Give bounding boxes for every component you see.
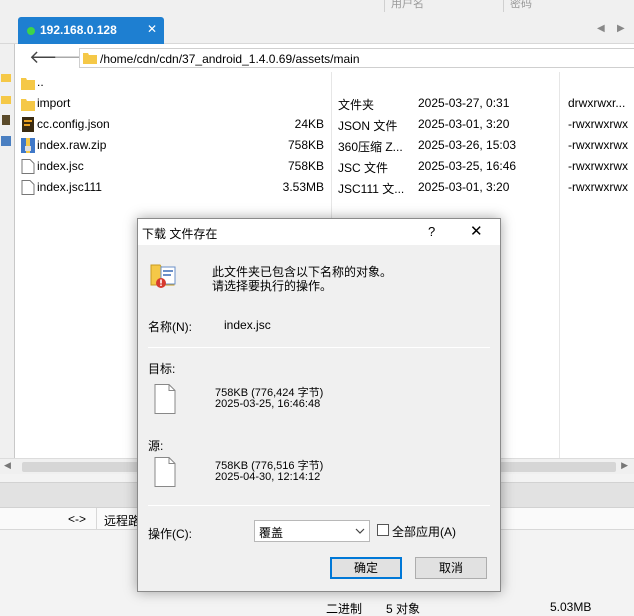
divider	[148, 505, 490, 506]
json-file-icon	[22, 117, 34, 132]
file-date: 2025-03-01, 3:20	[418, 117, 510, 131]
file-type: JSC111 文...	[338, 182, 405, 196]
dialog-titlebar: 下载 文件存在 ? ✕	[138, 219, 500, 245]
dialog-message-line2: 请选择要执行的操作。	[212, 279, 333, 293]
file-date: 2025-03-27, 0:31	[418, 96, 510, 110]
file-permissions: -rwxrwxrwx	[568, 180, 628, 194]
file-permissions: -rwxrwxrwx	[568, 159, 628, 173]
source-date: 2025-04-30, 12:14:12	[215, 471, 321, 483]
source-label: 源:	[148, 439, 164, 453]
action-selected-value: 覆盖	[259, 526, 284, 540]
tab-bar: 192.168.0.128 ✕ ◀ ▶	[0, 14, 634, 44]
tab-scroll-right-icon[interactable]: ▶	[617, 23, 625, 34]
file-size: 24KB	[294, 117, 324, 131]
dialog-title: 下载 文件存在	[142, 227, 218, 241]
divider	[148, 347, 490, 348]
path-input[interactable]: /home/cdn/cdn/37_android_1.4.0.69/assets…	[79, 48, 634, 68]
address-bar: 🡐 🡒 /home/cdn/cdn/37_android_1.4.0.69/as…	[14, 44, 634, 72]
file-icon	[21, 180, 35, 195]
name-value: index.jsc	[224, 318, 271, 332]
top-column-strip: 用户名 密码	[0, 0, 634, 14]
file-name: cc.config.json	[37, 117, 110, 131]
apply-all-checkbox[interactable]	[377, 524, 389, 536]
tab-close-icon[interactable]: ✕	[147, 22, 157, 36]
file-name: index.raw.zip	[37, 138, 107, 152]
ok-button[interactable]: 确定	[330, 557, 402, 579]
file-type: JSON 文件	[338, 119, 398, 133]
file-exists-dialog: 下载 文件存在 ? ✕ 此文件夹已包含以下名称的对象。 请选择要执行的操作。 名…	[137, 218, 501, 592]
file-date: 2025-03-25, 16:46	[418, 159, 517, 173]
file-permissions: -rwxrwxrwx	[568, 138, 628, 152]
file-size: 758KB	[287, 138, 324, 152]
folder-icon	[1, 74, 11, 82]
file-row-parent[interactable]: ..	[15, 72, 634, 93]
file-name: ..	[37, 75, 44, 89]
status-transfer-mode: 二进制	[326, 602, 363, 616]
file-icon	[154, 457, 176, 487]
status-bar: 二进制 5 对象 5.03MB	[0, 598, 634, 616]
zip-file-icon	[21, 138, 35, 153]
file-permissions: drwxrwxr...	[568, 96, 626, 110]
help-icon[interactable]: ?	[428, 224, 435, 239]
file-type: JSC 文件	[338, 161, 389, 175]
file-row-index-jsc111[interactable]: index.jsc111 3.53MB JSC111 文... 2025-03-…	[15, 177, 634, 198]
left-panel-edge	[0, 44, 14, 458]
file-row-index-jsc[interactable]: index.jsc 758KB JSC 文件 2025-03-25, 16:46…	[15, 156, 634, 177]
file-row-cc-config[interactable]: cc.config.json 24KB JSON 文件 2025-03-01, …	[15, 114, 634, 135]
action-select[interactable]: 覆盖	[254, 520, 370, 542]
file-icon	[154, 384, 176, 414]
file-icon	[21, 159, 35, 174]
folder-icon	[21, 78, 35, 90]
target-date: 2025-03-25, 16:46:48	[215, 398, 321, 410]
tab-session[interactable]: 192.168.0.128 ✕	[18, 17, 164, 44]
folder-icon	[21, 99, 35, 111]
column-header-password[interactable]: 密码	[503, 0, 634, 12]
folder-icon	[83, 53, 97, 64]
file-size: 758KB	[287, 159, 324, 173]
name-label: 名称(N):	[148, 320, 192, 334]
file-date: 2025-03-26, 15:03	[418, 138, 517, 152]
close-icon[interactable]: ✕	[470, 222, 483, 240]
file-name: import	[37, 96, 71, 110]
file-type: 360压缩 Z...	[338, 140, 403, 154]
tab-session-label: 192.168.0.128	[40, 23, 117, 37]
file-permissions: -rwxrwxrwx	[568, 117, 628, 131]
file-name: index.jsc	[37, 159, 84, 173]
column-header-remote-path[interactable]: 远程路	[104, 512, 140, 529]
zip-file-icon	[1, 136, 11, 146]
file-size: 3.53MB	[282, 180, 324, 194]
target-label: 目标:	[148, 362, 176, 376]
column-divider	[96, 508, 97, 530]
status-object-count: 5 对象	[386, 602, 421, 616]
file-date: 2025-03-01, 3:20	[418, 180, 510, 194]
file-row-index-raw-zip[interactable]: index.raw.zip 758KB 360压缩 Z... 2025-03-2…	[15, 135, 634, 156]
scroll-left-icon[interactable]: ◀	[4, 460, 11, 471]
folder-icon	[1, 96, 11, 104]
file-icon	[2, 115, 10, 125]
apply-all-label[interactable]: 全部应用(A)	[392, 523, 456, 540]
file-row-import[interactable]: import 文件夹 2025-03-27, 0:31 drwxrwxr...	[15, 93, 634, 114]
chevron-down-icon	[355, 528, 365, 534]
path-text: /home/cdn/cdn/37_android_1.4.0.69/assets…	[100, 52, 360, 66]
cancel-button[interactable]: 取消	[415, 557, 487, 579]
column-header-username[interactable]: 用户名	[384, 0, 502, 12]
column-header-direction[interactable]: <->	[68, 512, 86, 526]
folder-warning-icon	[150, 264, 176, 288]
file-name: index.jsc111	[37, 180, 102, 194]
scroll-right-icon[interactable]: ▶	[621, 460, 628, 471]
connected-status-icon	[27, 27, 35, 35]
status-total-size: 5.03MB	[550, 600, 592, 614]
action-label: 操作(C):	[148, 527, 192, 541]
file-type: 文件夹	[338, 98, 375, 112]
tab-scroll-left-icon[interactable]: ◀	[597, 23, 605, 34]
